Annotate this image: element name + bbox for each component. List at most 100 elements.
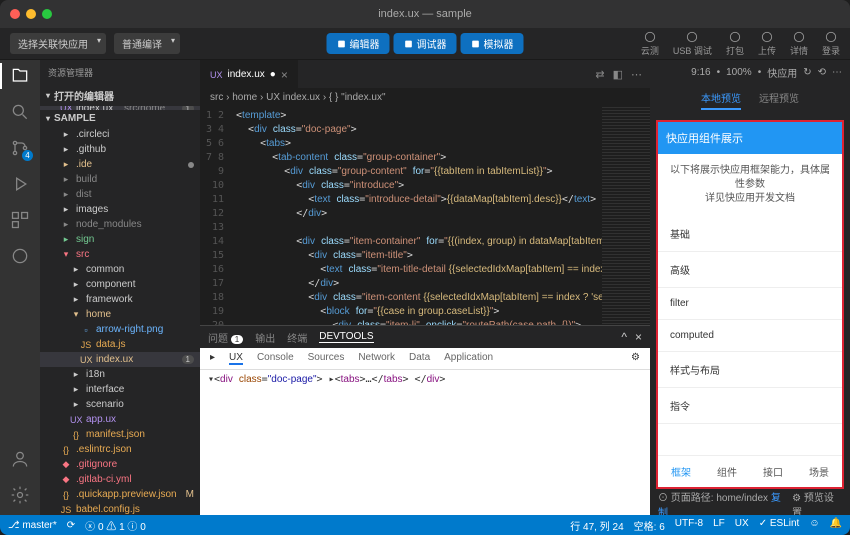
panel-close-icon[interactable]: × — [635, 330, 642, 344]
assoc-app-dropdown[interactable]: 选择关联快应用 — [10, 33, 106, 54]
project-header[interactable]: ▾SAMPLE — [40, 110, 200, 127]
branch-status[interactable]: ⎇ master* — [8, 520, 57, 531]
tree-item[interactable]: ▸.ide — [40, 157, 200, 172]
tree-item[interactable]: ▫arrow-right.png — [40, 322, 200, 337]
tree-item[interactable]: ▸.github — [40, 142, 200, 157]
list-item[interactable]: 样式与布局 — [658, 352, 842, 388]
tree-item[interactable]: ▸images — [40, 202, 200, 217]
device-tab-frame[interactable]: 框架 — [658, 456, 704, 487]
device-tab-scene[interactable]: 场景 — [796, 456, 842, 487]
maximize-window[interactable] — [42, 9, 52, 19]
sync-status[interactable]: ⟳ — [67, 520, 75, 531]
feedback-icon[interactable]: ☺ — [809, 518, 819, 533]
device-tab-component[interactable]: 组件 — [704, 456, 750, 487]
list-item[interactable]: filter — [658, 288, 842, 320]
remote-preview-tab[interactable]: 远程预览 — [759, 90, 799, 110]
problems-tab[interactable]: 问题 1 — [208, 330, 243, 345]
minimap[interactable] — [602, 107, 650, 325]
cloud-button[interactable]: 云测 — [641, 30, 659, 57]
close-tab-icon[interactable]: × — [281, 68, 288, 82]
rotate-icon[interactable]: ⟲ — [818, 67, 826, 78]
preview-zoom[interactable]: 100% — [726, 67, 752, 78]
settings-icon[interactable] — [10, 485, 30, 505]
editor-tab[interactable]: UX index.ux ● × — [200, 60, 298, 88]
account-icon[interactable] — [10, 449, 30, 469]
preview-device[interactable]: 快应用 — [767, 65, 797, 80]
tree-item[interactable]: {}manifest.json — [40, 427, 200, 442]
devtools-data[interactable]: Data — [409, 352, 430, 365]
source-control-icon[interactable]: 4 — [10, 138, 30, 158]
encoding-status[interactable]: UTF-8 — [675, 518, 703, 533]
breadcrumb[interactable]: src › home › UX index.ux › { } "index.ux… — [200, 88, 650, 107]
preview-settings[interactable]: ⚙ 预览设置 — [792, 489, 842, 515]
list-item[interactable]: 基础 — [658, 216, 842, 252]
output-tab[interactable]: 输出 — [255, 330, 275, 345]
code-editor[interactable]: <template> <div class="doc-page"> <tabs>… — [230, 107, 602, 325]
tree-item[interactable]: {}.eslintrc.json — [40, 442, 200, 457]
panel-up-icon[interactable]: ^ — [621, 330, 627, 344]
tree-item[interactable]: ▸sign — [40, 232, 200, 247]
tree-item[interactable]: ▸interface — [40, 382, 200, 397]
list-item[interactable]: 指令 — [658, 388, 842, 424]
tree-item[interactable]: JSdata.js — [40, 337, 200, 352]
devtools-settings-icon[interactable]: ⚙ — [631, 352, 640, 365]
tree-item[interactable]: UXindex.ux1 — [40, 352, 200, 367]
minimize-window[interactable] — [26, 9, 36, 19]
eslint-status[interactable]: ✓ ESLint — [759, 518, 800, 533]
terminal-tab[interactable]: 终端 — [287, 330, 307, 345]
bell-icon[interactable]: 🔔 — [830, 518, 842, 533]
devtools-body[interactable]: ▾<div class="doc-page"> ▸<tabs>…</tabs> … — [200, 370, 650, 515]
devtools-application[interactable]: Application — [444, 352, 493, 365]
tree-item[interactable]: ▸component — [40, 277, 200, 292]
close-window[interactable] — [10, 9, 20, 19]
open-editors-header[interactable]: ▾打开的编辑器 — [40, 85, 200, 106]
search-icon[interactable] — [10, 102, 30, 122]
tree-item[interactable]: UXapp.ux — [40, 412, 200, 427]
split-icon[interactable]: ◧ — [613, 68, 623, 81]
tree-item[interactable]: ◆.gitlab-ci.yml — [40, 472, 200, 487]
devtools-sources[interactable]: Sources — [308, 352, 345, 365]
tree-item[interactable]: ▸dist — [40, 187, 200, 202]
list-item[interactable]: computed — [658, 320, 842, 352]
tree-item[interactable]: ▸common — [40, 262, 200, 277]
device-tab-interface[interactable]: 接口 — [750, 456, 796, 487]
devtools-tab[interactable]: DEVTOOLS — [319, 331, 373, 343]
more-icon[interactable]: ⋯ — [631, 68, 642, 81]
tree-item[interactable]: ▾src — [40, 247, 200, 262]
tree-item[interactable]: ▸build — [40, 172, 200, 187]
tree-item[interactable]: {}.quickapp.preview.jsonM — [40, 487, 200, 502]
tree-item[interactable]: ▸node_modules — [40, 217, 200, 232]
explorer-icon[interactable] — [10, 66, 30, 86]
compare-icon[interactable]: ⇄ — [595, 68, 604, 81]
editor-button[interactable]: 编辑器 — [327, 33, 390, 54]
usb-button[interactable]: USB 调试 — [673, 30, 712, 57]
quickapp-icon[interactable] — [10, 246, 30, 266]
compile-mode-dropdown[interactable]: 普通编译 — [114, 33, 180, 54]
list-item[interactable]: 高级 — [658, 252, 842, 288]
tree-item[interactable]: ▸framework — [40, 292, 200, 307]
devtools-elements-icon[interactable]: ▸ — [210, 352, 215, 365]
extensions-icon[interactable] — [10, 210, 30, 230]
debug-icon[interactable] — [10, 174, 30, 194]
debugger-button[interactable]: 调试器 — [394, 33, 457, 54]
eol-status[interactable]: LF — [713, 518, 725, 533]
problems-status[interactable]: ⓧ 0 ⚠ 1 ⓘ 0 — [85, 518, 146, 533]
indent-status[interactable]: 空格: 6 — [634, 518, 665, 533]
upload-button[interactable]: 上传 — [758, 30, 776, 57]
login-button[interactable]: 登录 — [822, 30, 840, 57]
tree-item[interactable]: JSbabel.config.js — [40, 502, 200, 515]
devtools-console[interactable]: Console — [257, 352, 294, 365]
tree-item[interactable]: ◆.gitignore — [40, 457, 200, 472]
simulator-button[interactable]: 模拟器 — [461, 33, 524, 54]
local-preview-tab[interactable]: 本地预览 — [701, 90, 741, 110]
tree-item[interactable]: ▸scenario — [40, 397, 200, 412]
tree-item[interactable]: ▸i18n — [40, 367, 200, 382]
devtools-ux[interactable]: UX — [229, 352, 243, 365]
details-button[interactable]: 详情 — [790, 30, 808, 57]
tree-item[interactable]: ▸.circleci — [40, 127, 200, 142]
refresh-icon[interactable]: ↻ — [803, 67, 811, 78]
pack-button[interactable]: 打包 — [726, 30, 744, 57]
devtools-network[interactable]: Network — [358, 352, 395, 365]
preview-more-icon[interactable]: ⋯ — [832, 67, 842, 78]
cursor-position[interactable]: 行 47, 列 24 — [570, 518, 623, 533]
